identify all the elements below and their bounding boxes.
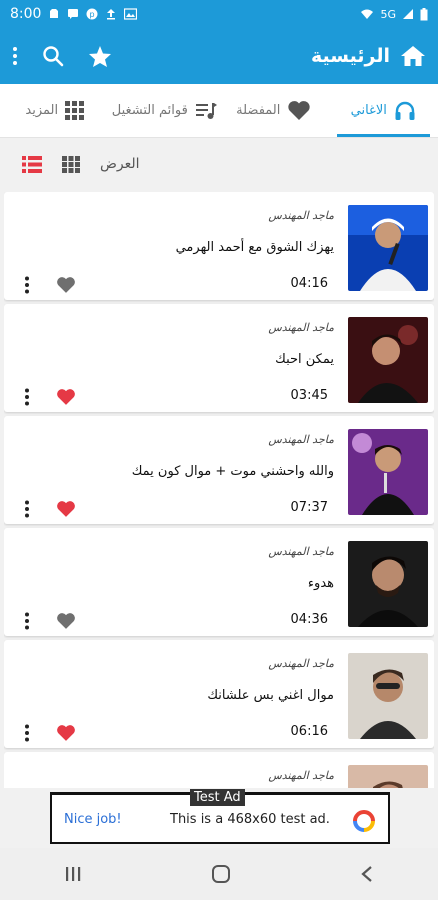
recents-icon[interactable] (64, 865, 82, 883)
battery-icon (420, 7, 428, 20)
favorite-icon[interactable] (56, 724, 76, 742)
star-icon[interactable] (88, 45, 112, 68)
song-title: موال اغني بس علشانك (207, 688, 334, 703)
home-nav-icon[interactable] (211, 864, 231, 884)
song-duration: 03:45 (290, 388, 328, 403)
network-type-label: 5G (380, 7, 396, 21)
favorite-icon[interactable] (56, 388, 76, 406)
song-title: هدوء (307, 576, 334, 591)
ad-label: Test Ad (190, 789, 245, 806)
upload-icon (107, 9, 116, 20)
chat-icon (68, 9, 79, 19)
grid-icon (65, 101, 85, 120)
ad-logo-icon (353, 810, 375, 832)
song-thumbnail (348, 653, 428, 739)
song-duration: 06:16 (290, 724, 328, 739)
song-duration: 04:36 (290, 612, 328, 627)
tab-playlists[interactable]: قوائم التشغيل (110, 84, 220, 137)
song-thumbnail (348, 765, 428, 788)
home-icon[interactable] (400, 45, 426, 67)
song-options-icon[interactable] (24, 276, 30, 294)
song-options-icon[interactable] (24, 724, 30, 742)
view-label: العرض (100, 156, 140, 172)
svg-text:p: p (90, 10, 95, 19)
app-bar: الرئيسية (0, 28, 438, 84)
song-item[interactable]: ماجد المهندس (4, 752, 434, 788)
wifi-icon (361, 9, 374, 19)
view-selector: العرض (0, 138, 438, 190)
song-duration: 04:16 (290, 276, 328, 291)
song-title: والله واحشني موت + موال كون يمك (131, 464, 334, 479)
ad-headline: Nice job! (64, 812, 122, 827)
tab-favorites[interactable]: المفضلة (219, 84, 329, 137)
song-thumbnail (348, 541, 428, 627)
song-artist: ماجد المهندس (268, 433, 334, 446)
favorite-icon[interactable] (56, 612, 76, 630)
song-artist: ماجد المهندس (268, 545, 334, 558)
song-thumbnail (348, 317, 428, 403)
tab-playlists-label: قوائم التشغيل (111, 103, 188, 118)
grid-view-icon[interactable] (62, 155, 80, 173)
song-title: يمكن احبك (275, 352, 334, 367)
song-artist: ماجد المهندس (268, 321, 334, 334)
song-item[interactable]: ماجد المهندس والله واحشني موت + موال كون… (4, 416, 434, 524)
tab-favorites-label: المفضلة (236, 103, 281, 118)
song-item[interactable]: ماجد المهندس هدوء 04:36 (4, 528, 434, 636)
song-item[interactable]: ماجد المهندس يهزك الشوق مع أحمد الهرمي 0… (4, 192, 434, 300)
tab-more-label: المزيد (25, 103, 59, 118)
tab-songs[interactable]: الاغاني (329, 84, 438, 137)
song-thumbnail (348, 429, 428, 515)
song-duration: 07:37 (290, 500, 328, 515)
favorite-icon[interactable] (56, 500, 76, 518)
signal-icon (403, 9, 413, 19)
favorite-icon[interactable] (56, 276, 76, 294)
back-icon[interactable] (360, 865, 374, 883)
song-options-icon[interactable] (24, 612, 30, 630)
song-thumbnail (348, 205, 428, 291)
song-artist: ماجد المهندس (268, 657, 334, 670)
system-nav-bar (0, 848, 438, 900)
ad-text: This is a 468x60 test ad. (170, 812, 330, 827)
search-icon[interactable] (42, 45, 64, 67)
song-list: ماجد المهندس يهزك الشوق مع أحمد الهرمي 0… (4, 192, 434, 788)
pinterest-icon: p (86, 8, 98, 20)
tab-bar: الاغاني المفضلة قوائم التشغيل المزيد (0, 84, 438, 138)
headphones-icon (395, 101, 415, 120)
song-item[interactable]: ماجد المهندس موال اغني بس علشانك 06:16 (4, 640, 434, 748)
list-view-icon[interactable] (22, 155, 42, 173)
overflow-menu-icon[interactable] (12, 46, 18, 66)
song-item[interactable]: ماجد المهندس يمكن احبك 03:45 (4, 304, 434, 412)
song-options-icon[interactable] (24, 500, 30, 518)
song-options-icon[interactable] (24, 388, 30, 406)
playlist-icon (195, 102, 217, 119)
page-title: الرئيسية (311, 45, 390, 67)
status-bar: 8:00 p 5G (0, 0, 438, 28)
tab-songs-label: الاغاني (350, 103, 387, 118)
tab-more[interactable]: المزيد (0, 84, 110, 137)
heart-icon (288, 101, 311, 120)
song-artist: ماجد المهندس (268, 209, 334, 222)
song-artist: ماجد المهندس (268, 769, 334, 782)
song-title: يهزك الشوق مع أحمد الهرمي (175, 240, 334, 255)
image-icon (124, 8, 138, 20)
ad-banner[interactable]: Test Ad Nice job! This is a 468x60 test … (50, 789, 390, 844)
status-time: 8:00 (10, 6, 42, 22)
clock-icon (50, 9, 59, 18)
